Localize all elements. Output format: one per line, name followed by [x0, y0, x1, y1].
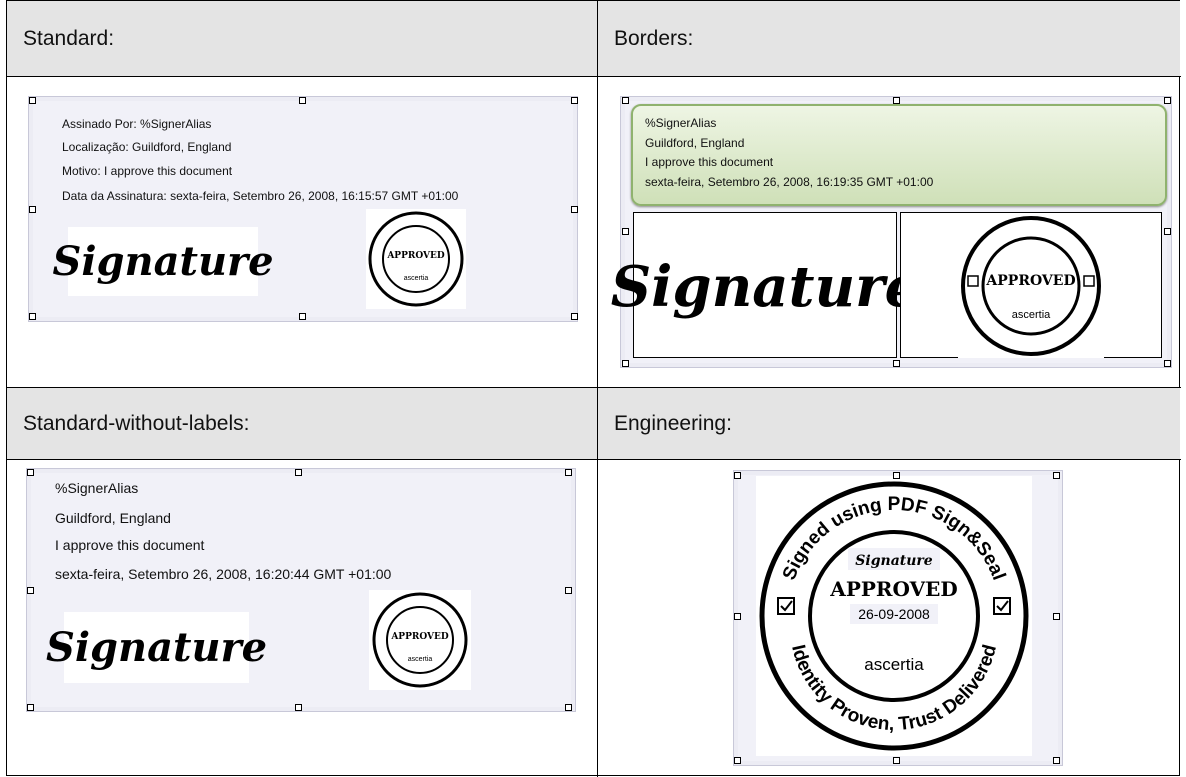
resize-handle[interactable] [565, 587, 572, 594]
resize-handle[interactable] [893, 97, 900, 104]
stamp-brand-text: ascertia [1012, 309, 1051, 321]
resize-handle[interactable] [1164, 228, 1171, 235]
resize-handle[interactable] [893, 757, 900, 764]
header-label: Borders: [614, 26, 694, 50]
reason-line: I approve this document [55, 537, 205, 553]
approved-stamp: APPROVED ascertia [366, 209, 466, 309]
stamp-approved-text: APPROVED [390, 632, 449, 642]
resize-handle[interactable] [1164, 97, 1171, 104]
reason-line: Motivo: I approve this document [62, 164, 233, 178]
resize-handle[interactable] [1053, 472, 1060, 479]
resize-handle[interactable] [893, 360, 900, 367]
resize-handle[interactable] [734, 757, 741, 764]
resize-handle[interactable] [893, 472, 900, 479]
header-borders: Borders: [598, 1, 1180, 76]
resize-handle[interactable] [29, 206, 36, 213]
row-divider [7, 76, 1181, 77]
engineering-seal: Signed using PDF Sign&Seal Identity Prov… [756, 476, 1032, 756]
resize-handle[interactable] [1164, 360, 1171, 367]
signature-image-text: Signature [52, 238, 274, 285]
signature-image: Signature [52, 227, 274, 296]
resize-handle[interactable] [571, 206, 578, 213]
resize-handle[interactable] [1053, 613, 1060, 620]
resize-handle[interactable] [622, 97, 629, 104]
signer-line: %SignerAlias [645, 116, 717, 130]
header-label: Standard: [23, 26, 115, 50]
approved-stamp: APPROVED ascertia [958, 214, 1104, 358]
approved-stamp: APPROVED ascertia [369, 590, 471, 690]
signer-line: %SignerAlias [55, 480, 139, 496]
seal-signature-text: Signature [855, 553, 932, 569]
reason-line: I approve this document [645, 155, 774, 169]
stamp-approved-text: APPROVED [386, 251, 445, 261]
resize-handle[interactable] [27, 704, 34, 711]
location-line: Guildford, England [645, 136, 745, 150]
header-standard: Standard: [7, 1, 597, 76]
location-line: Localização: Guildford, England [62, 140, 232, 154]
stamp-brand-text: ascertia [404, 275, 429, 282]
resize-handle[interactable] [565, 469, 572, 476]
resize-handle[interactable] [299, 97, 306, 104]
resize-handle[interactable] [299, 313, 306, 320]
date-line: Data da Assinatura: sexta-feira, Setembr… [62, 189, 459, 203]
stamp-approved-text: APPROVED [985, 273, 1075, 289]
resize-handle[interactable] [565, 704, 572, 711]
stamp-brand-text: ascertia [408, 656, 433, 663]
resize-handle[interactable] [27, 587, 34, 594]
resize-handle[interactable] [1053, 757, 1060, 764]
location-line: Guildford, England [55, 510, 171, 526]
resize-handle[interactable] [622, 360, 629, 367]
signature-image: Signature [611, 222, 920, 352]
resize-handle[interactable] [295, 704, 302, 711]
header-label: Standard-without-labels: [23, 411, 250, 435]
signature-image-text: Signature [610, 254, 921, 320]
resize-handle[interactable] [571, 313, 578, 320]
signature-image: Signature [46, 612, 267, 683]
resize-handle[interactable] [295, 469, 302, 476]
header-engineering: Engineering: [598, 388, 1180, 459]
resize-handle[interactable] [734, 613, 741, 620]
resize-handle[interactable] [29, 313, 36, 320]
resize-handle[interactable] [27, 469, 34, 476]
seal-date-text: 26-09-2008 [858, 606, 930, 622]
resize-handle[interactable] [29, 97, 36, 104]
signature-image-text: Signature [45, 624, 268, 671]
seal-approved-text: APPROVED [829, 577, 957, 601]
header-label: Engineering: [614, 411, 732, 435]
date-line: sexta-feira, Setembro 26, 2008, 16:20:44… [55, 566, 392, 582]
header-standard-without-labels: Standard-without-labels: [7, 388, 597, 459]
resize-handle[interactable] [622, 228, 629, 235]
resize-handle[interactable] [734, 472, 741, 479]
date-line: sexta-feira, Setembro 26, 2008, 16:19:35… [645, 175, 934, 189]
signer-line: Assinado Por: %SignerAlias [62, 117, 212, 131]
seal-brand-text: ascertia [864, 655, 924, 674]
row-divider [7, 459, 1181, 460]
resize-handle[interactable] [571, 97, 578, 104]
